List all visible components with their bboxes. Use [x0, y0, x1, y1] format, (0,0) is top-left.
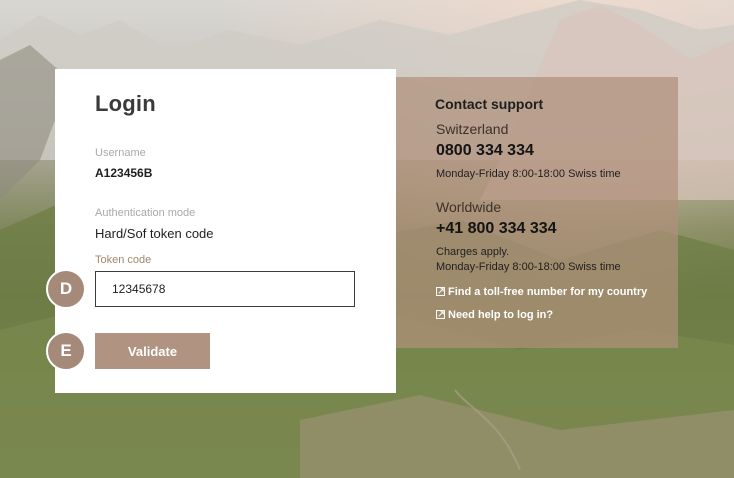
external-link-icon: [436, 287, 445, 296]
phone-switzerland: 0800 334 334: [436, 142, 534, 159]
username-value: A123456B: [95, 166, 153, 180]
hours-switzerland: Monday-Friday 8:00-18:00 Swiss time: [436, 168, 621, 180]
toll-free-number-link[interactable]: Find a toll-free number for my country: [436, 286, 647, 298]
auth-mode-value: Hard/Sof token code: [95, 226, 214, 241]
login-help-link-label: Need help to log in?: [448, 309, 554, 321]
token-code-label: Token code: [95, 254, 152, 266]
step-marker-d: D: [46, 269, 86, 309]
login-title: Login: [95, 91, 156, 116]
contact-support-panel: Contact support Switzerland 0800 334 334…: [396, 77, 678, 348]
support-title: Contact support: [435, 96, 544, 112]
step-marker-e: E: [46, 331, 86, 371]
auth-mode-label: Authentication mode: [95, 207, 196, 219]
region-worldwide: Worldwide: [436, 199, 502, 215]
toll-free-number-link-label: Find a toll-free number for my country: [448, 286, 648, 298]
hours-worldwide: Monday-Friday 8:00-18:00 Swiss time: [436, 261, 621, 273]
login-help-link[interactable]: Need help to log in?: [436, 309, 553, 321]
charges-worldwide: Charges apply.: [436, 246, 510, 258]
token-code-input[interactable]: [95, 271, 355, 307]
external-link-icon: [436, 310, 445, 319]
login-card: Login Username A123456B Authentication m…: [55, 69, 396, 393]
username-label: Username: [95, 147, 146, 159]
region-switzerland: Switzerland: [436, 121, 509, 137]
validate-button[interactable]: Validate: [95, 333, 210, 369]
phone-worldwide: +41 800 334 334: [436, 220, 557, 237]
